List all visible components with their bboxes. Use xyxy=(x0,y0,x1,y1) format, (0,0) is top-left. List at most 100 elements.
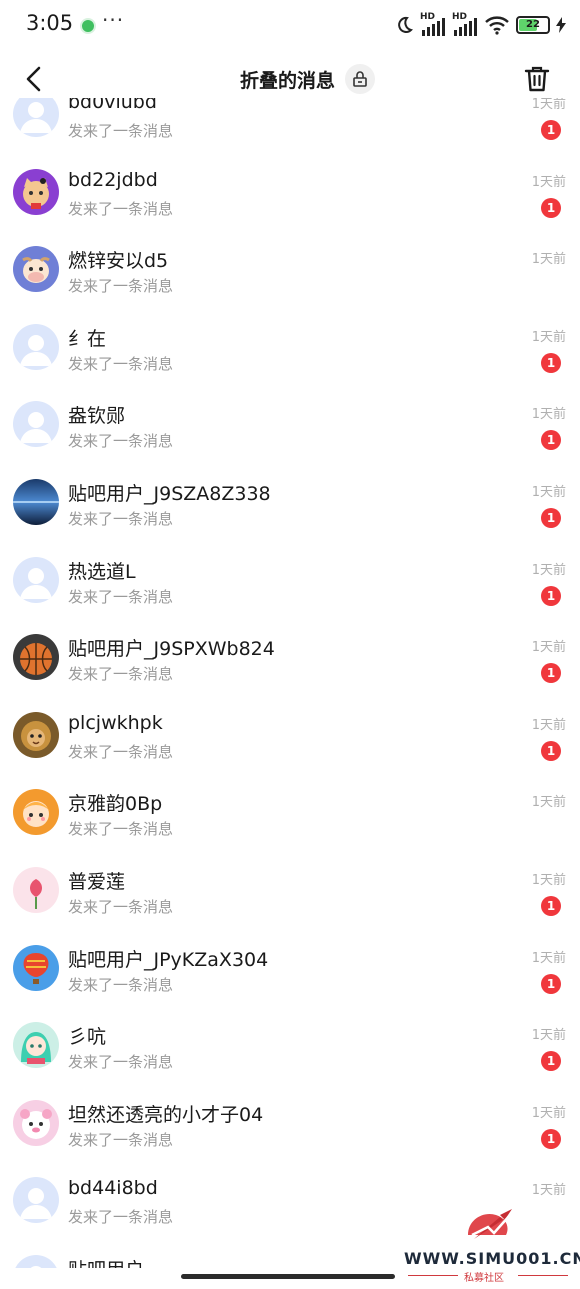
watermark-divider xyxy=(408,1275,458,1276)
message-preview: 发来了一条消息 xyxy=(68,432,174,451)
message-time: 1天前 xyxy=(531,98,566,112)
avatar-anime[interactable] xyxy=(13,1022,59,1069)
message-preview: 发来了一条消息 xyxy=(68,1130,174,1149)
notification-dot-icon xyxy=(80,18,96,34)
sender-name: plcjwkhpk xyxy=(68,711,163,734)
message-list[interactable]: bd0vlubd 发来了一条消息 1天前 1 bd22jdbd 发来了一条消息 … xyxy=(0,98,580,1268)
unread-badge: 1 xyxy=(541,895,561,916)
message-item[interactable]: bd22jdbd 发来了一条消息 1天前 1 xyxy=(0,154,580,232)
sender-name: 贴吧用户 xyxy=(68,1255,144,1268)
message-item[interactable]: 坦然还透亮的小才子04 发来了一条消息 1天前 1 xyxy=(0,1085,580,1163)
message-item[interactable]: 盎钦郧 发来了一条消息 1天前 1 xyxy=(0,386,580,464)
message-time: 1天前 xyxy=(531,174,566,190)
avatar-sea[interactable] xyxy=(13,478,59,525)
avatar-cow[interactable] xyxy=(13,246,59,293)
message-preview: 发来了一条消息 xyxy=(68,742,174,761)
message-item[interactable]: 燃锌安以d5 发来了一条消息 1天前 xyxy=(0,231,580,309)
status-indicators: HD HD 22 xyxy=(394,12,566,38)
watermark-logo-icon xyxy=(468,1209,512,1239)
avatar-default[interactable] xyxy=(13,401,59,448)
sender-name: 燃锌安以d5 xyxy=(68,250,169,273)
message-time: 1天前 xyxy=(531,1105,566,1121)
signal-2-icon: HD xyxy=(452,12,478,36)
message-item[interactable]: 普爱莲 发来了一条消息 1天前 1 xyxy=(0,852,580,930)
message-item[interactable]: 热选道L 发来了一条消息 1天前 1 xyxy=(0,542,580,620)
battery-icon: 22 xyxy=(516,16,550,34)
avatar-basketball[interactable] xyxy=(13,634,59,681)
message-preview: 发来了一条消息 xyxy=(68,354,174,373)
status-time: 3:05 xyxy=(26,11,74,35)
message-item[interactable]: 京雅韵0Bp 发来了一条消息 1天前 xyxy=(0,774,580,852)
message-preview: 发来了一条消息 xyxy=(68,509,174,528)
watermark-divider xyxy=(518,1275,568,1276)
sender-name: bd44i8bd xyxy=(68,1177,158,1200)
unread-badge: 1 xyxy=(541,973,561,994)
avatar-default[interactable] xyxy=(13,98,59,137)
unread-badge: 1 xyxy=(541,663,561,684)
message-preview: 发来了一条消息 xyxy=(68,199,174,218)
message-time: 1天前 xyxy=(531,1183,566,1199)
avatar-default[interactable] xyxy=(13,556,59,603)
message-item[interactable]: plcjwkhpk 发来了一条消息 1天前 1 xyxy=(0,697,580,775)
watermark-text: WWW.SIMU001.CN xyxy=(404,1249,580,1268)
avatar-girl[interactable] xyxy=(13,789,59,836)
sender-name: 京雅韵0Bp xyxy=(68,793,163,816)
sender-name: 贴吧用户_J9SPXWb824 xyxy=(68,638,275,661)
message-preview: 发来了一条消息 xyxy=(68,587,174,606)
unread-badge: 1 xyxy=(541,740,561,761)
message-time: 1天前 xyxy=(531,329,566,345)
wifi-icon xyxy=(485,16,509,35)
avatar-default[interactable] xyxy=(13,1177,59,1224)
message-item[interactable]: 彡吭 发来了一条消息 1天前 1 xyxy=(0,1007,580,1085)
message-time: 1天前 xyxy=(531,484,566,500)
message-time: 1天前 xyxy=(531,1028,566,1044)
message-time: 1天前 xyxy=(531,640,566,656)
avatar-cat[interactable] xyxy=(13,168,59,215)
unread-badge: 1 xyxy=(541,507,561,528)
home-indicator[interactable] xyxy=(181,1274,395,1279)
unread-badge: 1 xyxy=(541,197,561,218)
message-time: 1天前 xyxy=(531,795,566,811)
sender-name: 坦然还透亮的小才子04 xyxy=(68,1103,264,1126)
watermark: WWW.SIMU001.CN 私募社区 xyxy=(400,1205,580,1285)
watermark-subtext: 私募社区 xyxy=(464,1273,504,1284)
avatar-pink[interactable] xyxy=(13,1099,59,1146)
sender-name: 贴吧用户_JPyKZaX304 xyxy=(68,948,269,971)
avatar-balloon[interactable] xyxy=(13,944,59,991)
lock-icon[interactable] xyxy=(345,64,376,94)
sender-name: 贴吧用户_J9SZA8Z338 xyxy=(68,482,271,505)
status-more-icon: ··· xyxy=(102,8,125,32)
unread-badge: 1 xyxy=(541,430,561,451)
unread-badge: 1 xyxy=(541,1128,561,1149)
avatar-tulip[interactable] xyxy=(13,866,59,913)
message-item[interactable]: bd0vlubd 发来了一条消息 1天前 1 xyxy=(0,98,580,154)
message-preview: 发来了一条消息 xyxy=(68,975,174,994)
trash-icon[interactable] xyxy=(522,64,552,94)
sender-name: bd22jdbd xyxy=(68,168,158,191)
avatar-default[interactable] xyxy=(13,323,59,370)
unread-badge: 1 xyxy=(541,1051,561,1072)
message-preview: 发来了一条消息 xyxy=(68,1208,174,1227)
message-item[interactable]: 贴吧用户_J9SZA8Z338 发来了一条消息 1天前 1 xyxy=(0,464,580,542)
sender-name: 热选道L xyxy=(68,560,136,583)
message-time: 1天前 xyxy=(531,717,566,733)
message-time: 1天前 xyxy=(531,950,566,966)
back-arrow-icon[interactable] xyxy=(20,64,50,94)
avatar-default[interactable] xyxy=(13,1254,59,1268)
signal-1-icon: HD xyxy=(420,12,446,36)
message-item[interactable]: 贴吧用户_JPyKZaX304 发来了一条消息 1天前 1 xyxy=(0,930,580,1008)
unread-badge: 1 xyxy=(541,352,561,373)
message-item[interactable]: 纟在 发来了一条消息 1天前 1 xyxy=(0,309,580,387)
message-preview: 发来了一条消息 xyxy=(68,820,174,839)
unread-badge: 1 xyxy=(541,585,561,606)
page-title: 折叠的消息 xyxy=(240,69,336,92)
unread-badge: 1 xyxy=(541,120,561,140)
message-time: 1天前 xyxy=(531,562,566,578)
message-preview: 发来了一条消息 xyxy=(68,277,174,296)
message-preview: 发来了一条消息 xyxy=(68,665,174,684)
sender-name: bd0vlubd xyxy=(68,98,157,113)
message-preview: 发来了一条消息 xyxy=(68,1053,174,1072)
message-item[interactable]: 贴吧用户_J9SPXWb824 发来了一条消息 1天前 1 xyxy=(0,619,580,697)
avatar-lion[interactable] xyxy=(13,711,59,758)
sender-name: 盎钦郧 xyxy=(68,405,126,428)
